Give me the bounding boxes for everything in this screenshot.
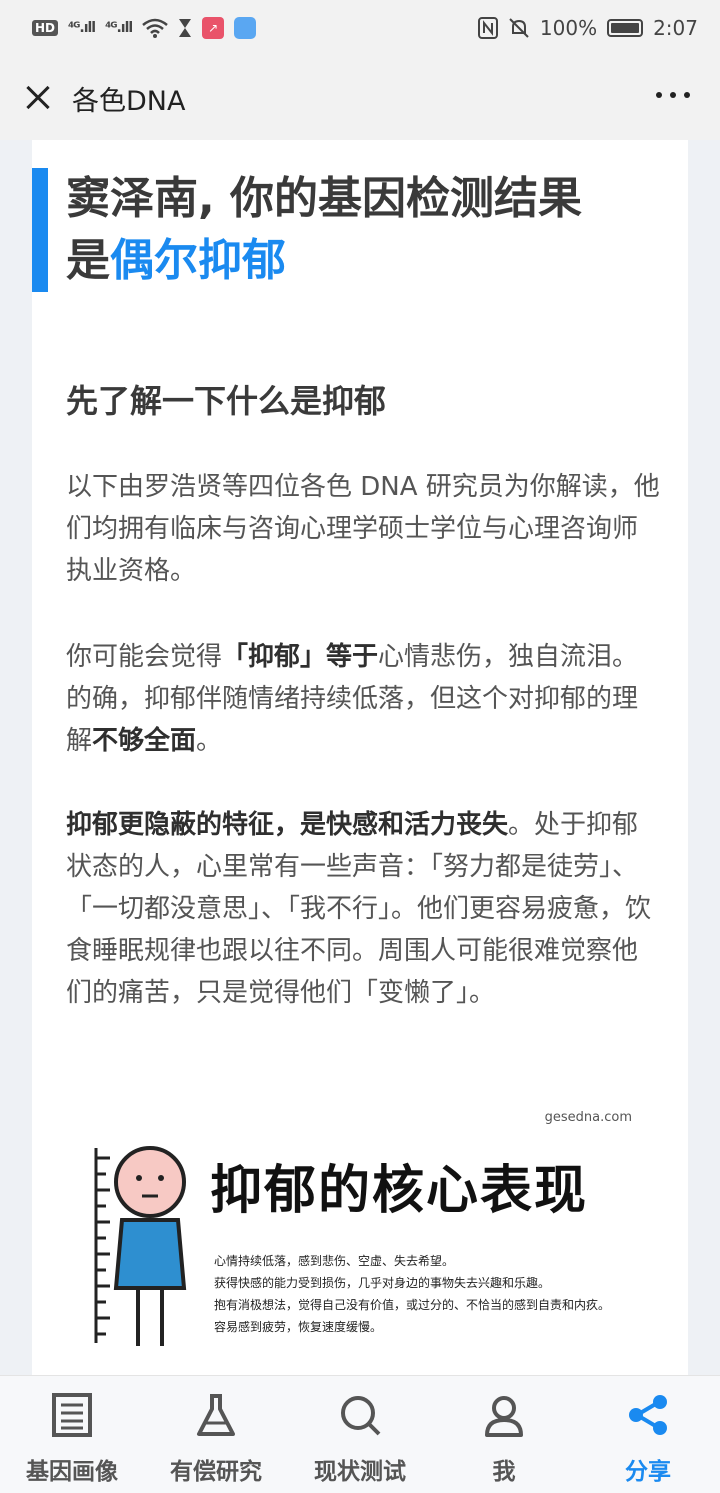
mute-bell-icon <box>509 18 529 38</box>
headline-prefix: 是 <box>66 235 110 286</box>
hd-badge: HD <box>32 20 59 36</box>
battery-percent: 100% <box>539 16 598 40</box>
battery-icon <box>607 19 644 37</box>
headline-line-1: 窦泽南, 你的基因检测结果 <box>66 173 583 224</box>
document-icon <box>52 1393 92 1437</box>
wifi-icon <box>142 18 169 38</box>
app-notification-icon: ↗ <box>202 17 225 39</box>
paragraph-1: 以下由罗浩贤等四位各色 DNA 研究员为你解读，他们均拥有临床与咨询心理学硕士学… <box>66 472 660 586</box>
p2-text-a: 你可能会觉得 <box>66 642 223 672</box>
tab-status-test[interactable]: 现状测试 <box>288 1376 432 1493</box>
figure-illustration <box>94 1146 187 1346</box>
person-icon <box>485 1396 523 1437</box>
paragraph-2: 你可能会觉得「抑郁」等于心情悲伤，独自流泪。的确，抑郁伴随情绪持续低落，但这个对… <box>66 636 660 762</box>
infographic-list: 心情持续低落，感到悲伤、空虚、失去希望。 获得快感的能力受到损伤，几乎对身边的事… <box>214 1250 610 1338</box>
infographic-source: gesedna.com <box>544 1110 632 1125</box>
infographic-line: 容易感到疲劳，恢复速度缓慢。 <box>214 1320 383 1334</box>
tab-me[interactable]: 我 <box>432 1376 576 1493</box>
tab-label: 我 <box>492 1459 516 1485</box>
search-icon <box>341 1396 381 1436</box>
bottom-tab-bar: 基因画像 有偿研究 现状测试 我 分享 <box>0 1375 720 1493</box>
close-icon[interactable] <box>14 74 62 122</box>
tab-gene-portrait[interactable]: 基因画像 <box>0 1376 144 1493</box>
p2-bold-a: 「抑郁」等于 <box>222 642 379 672</box>
p3-bold: 抑郁更隐蔽的特征，是快感和活力丧失 <box>66 810 509 840</box>
p2-text-e: 。 <box>196 726 223 756</box>
signal-icon-2: ⁴ᴳ.ıll <box>105 20 133 36</box>
signal-icon: ⁴ᴳ.ıll <box>68 20 96 36</box>
result-headline: 窦泽南, 你的基因检测结果 是偶尔抑郁 <box>32 168 632 292</box>
headline-result: 偶尔抑郁 <box>110 235 286 286</box>
more-options-icon[interactable] <box>656 92 690 98</box>
clock: 2:07 <box>653 16 698 40</box>
tab-label: 有偿研究 <box>170 1459 262 1485</box>
tab-label: 现状测试 <box>314 1459 406 1485</box>
status-bar: HD ⁴ᴳ.ıll ⁴ᴳ.ıll ↗ 100% 2:07 <box>0 0 720 56</box>
tab-label: 基因画像 <box>26 1459 118 1485</box>
nfc-icon <box>477 17 498 39</box>
infographic-title: 抑郁的核心表现 <box>210 1161 589 1221</box>
tab-share[interactable]: 分享 <box>576 1376 720 1493</box>
section-heading: 先了解一下什么是抑郁 <box>66 382 387 420</box>
status-bar-right: 100% 2:07 <box>477 16 698 40</box>
p2-bold-d: 不够全面 <box>92 726 197 756</box>
app-notification-icon-2 <box>234 17 257 39</box>
nav-bar: 各色DNA <box>0 56 720 140</box>
infographic-line: 抱有消极想法，觉得自己没有价值，或过分的、不恰当的感到自责和内疚。 <box>214 1298 611 1312</box>
infographic: gesedna.com 抑郁的核心表现 心情持续低落，感到悲伤、空虚、失去希望。… <box>80 1110 640 1355</box>
tab-paid-research[interactable]: 有偿研究 <box>144 1376 288 1493</box>
page-title: 各色DNA <box>72 85 186 117</box>
headline-line-2: 是偶尔抑郁 <box>66 230 632 292</box>
status-bar-left: HD ⁴ᴳ.ıll ⁴ᴳ.ıll ↗ <box>32 17 257 39</box>
infographic-line: 获得快感的能力受到损伤，几乎对身边的事物失去兴趣和乐趣。 <box>214 1276 551 1290</box>
paragraph-3: 抑郁更隐蔽的特征，是快感和活力丧失。处于抑郁状态的人，心里常有一些声音：「努力都… <box>66 804 660 1014</box>
hourglass-icon <box>179 19 192 37</box>
tab-label: 分享 <box>625 1459 671 1485</box>
flask-icon <box>197 1394 235 1436</box>
share-icon <box>629 1395 667 1435</box>
article-content: 窦泽南, 你的基因检测结果 是偶尔抑郁 先了解一下什么是抑郁 以下由罗浩贤等四位… <box>32 140 688 1375</box>
infographic-line: 心情持续低落，感到悲伤、空虚、失去希望。 <box>214 1254 455 1268</box>
